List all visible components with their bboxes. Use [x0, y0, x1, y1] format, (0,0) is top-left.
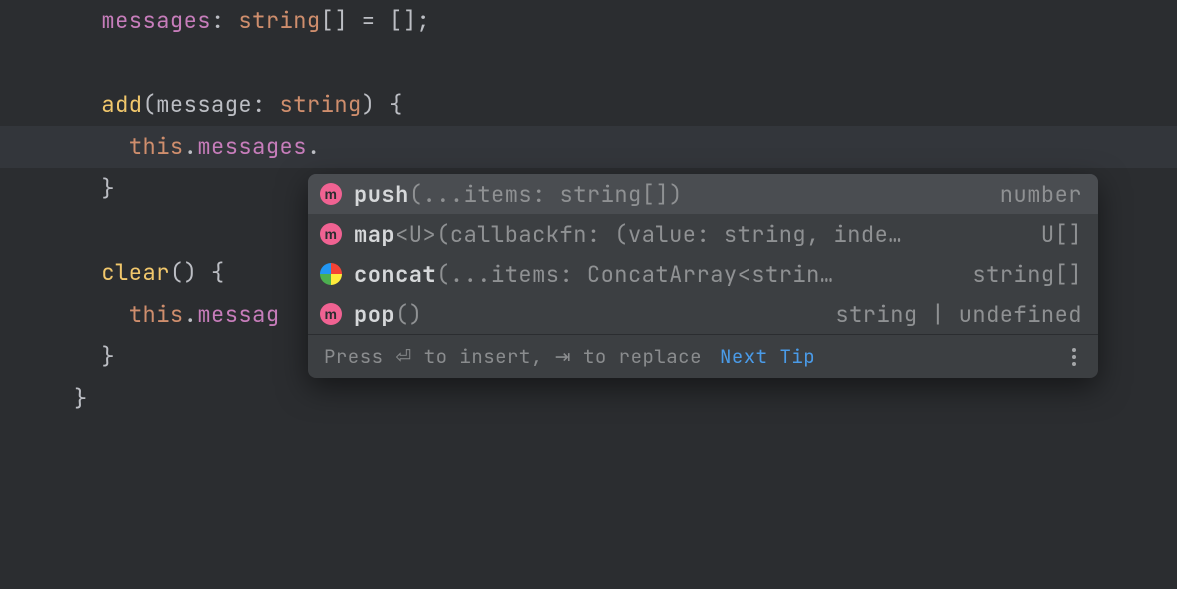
footer-hint: Press ⏎ to insert, ⇥ to replace — [324, 344, 702, 369]
method-icon: m — [320, 303, 342, 325]
suggestion-return-type: string[] — [972, 260, 1082, 289]
suggestion-item[interactable]: m map<U>(callbackfn: (value: string, ind… — [308, 214, 1098, 254]
suggestion-list: m push(...items: string[]) number m map<… — [308, 174, 1098, 334]
token-field: messages — [101, 6, 211, 35]
code-line-active: this.messages. — [0, 126, 1177, 168]
more-options-icon[interactable] — [1064, 348, 1084, 366]
suggestion-item[interactable]: concat(...items: ConcatArray<strin… stri… — [308, 254, 1098, 294]
code-line: } — [0, 378, 1177, 420]
suggestion-item[interactable]: m push(...items: string[]) number — [308, 174, 1098, 214]
popup-footer: Press ⏎ to insert, ⇥ to replace Next Tip — [308, 334, 1098, 378]
code-line: messages: string[] = []; — [0, 0, 1177, 42]
autocomplete-popup[interactable]: m push(...items: string[]) number m map<… — [308, 174, 1098, 378]
suggestion-name: pop — [354, 300, 395, 329]
suggestion-signature: <U>(callbackfn: (value: string, inde… — [395, 220, 902, 249]
suggestion-name: push — [354, 180, 409, 209]
tab-key-icon: ⇥ — [555, 347, 571, 368]
suggestion-signature: () — [395, 300, 422, 329]
code-line-empty — [0, 42, 1177, 84]
suggestion-signature: (...items: string[]) — [409, 180, 683, 209]
suggestion-item[interactable]: m pop() string | undefined — [308, 294, 1098, 334]
suggestion-name: concat — [354, 260, 436, 289]
method-icon: m — [320, 223, 342, 245]
suggestion-return-type: number — [1000, 180, 1082, 209]
next-tip-link[interactable]: Next Tip — [720, 344, 815, 369]
suggestion-signature: (...items: ConcatArray<strin… — [436, 260, 833, 289]
turbo-icon — [320, 263, 342, 285]
suggestion-return-type: string | undefined — [835, 300, 1082, 329]
suggestion-name: map — [354, 220, 395, 249]
suggestion-return-type: U[] — [1041, 220, 1082, 249]
code-line: add(message: string) { — [0, 84, 1177, 126]
enter-key-icon: ⏎ — [395, 347, 411, 368]
method-icon: m — [320, 183, 342, 205]
